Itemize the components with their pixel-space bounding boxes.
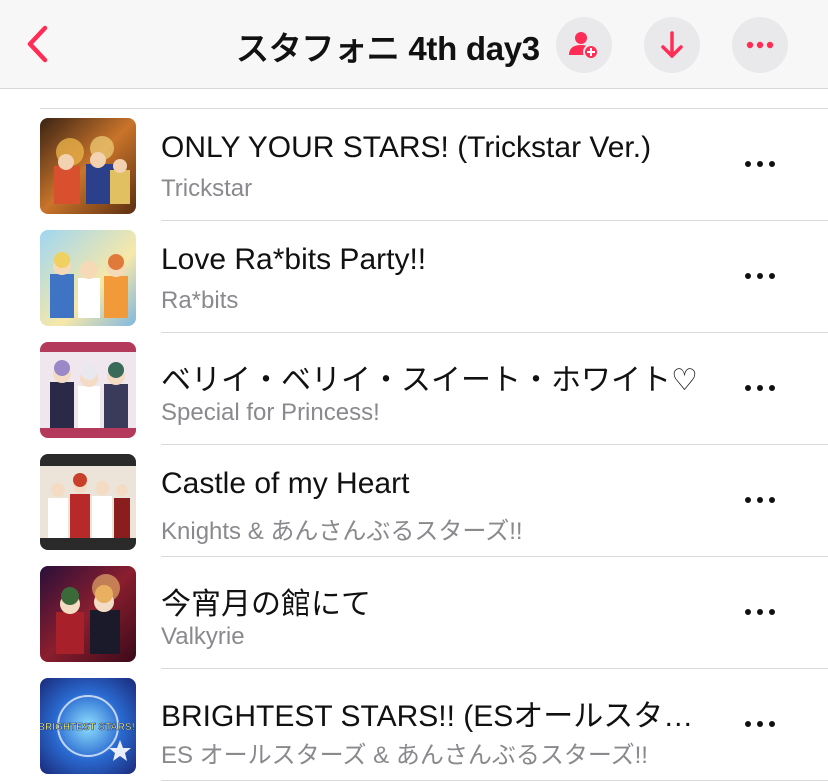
song-title: ベリイ・ベリイ・スイート・ホワイト♡: [161, 364, 698, 397]
album-art: [40, 230, 136, 326]
download-button[interactable]: [644, 17, 700, 73]
ellipsis-icon: [746, 41, 774, 49]
song-row[interactable]: BRIGHTEST STARS!! BRIGHTEST STARS!! (ESオ…: [0, 669, 828, 781]
song-artist: Trickstar: [161, 175, 253, 202]
playlist-title: スタフォニ 4th day3: [236, 30, 540, 67]
album-art: [40, 342, 136, 438]
download-arrow-icon: [661, 31, 683, 58]
ellipsis-icon: [745, 497, 775, 503]
album-art: [40, 566, 136, 662]
song-more-button[interactable]: [736, 261, 784, 291]
song-artist: Knights & あんさんぶるスターズ!!: [161, 518, 523, 545]
song-title: Love Ra*bits Party!!: [161, 243, 427, 276]
song-row[interactable]: 今宵月の館にて Valkyrie: [0, 557, 828, 669]
song-artist: Ra*bits: [161, 287, 239, 314]
song-more-button[interactable]: [736, 597, 784, 627]
ellipsis-icon: [745, 721, 775, 727]
ellipsis-icon: [745, 273, 775, 279]
song-row[interactable]: Castle of my Heart Knights & あんさんぶるスターズ!…: [0, 445, 828, 557]
song-more-button[interactable]: [736, 485, 784, 515]
song-artist: ES オールスターズ & あんさんぶるスターズ!!: [161, 742, 648, 769]
song-title: Castle of my Heart: [161, 467, 410, 500]
navigation-bar: スタフォニ 4th day3: [0, 0, 828, 89]
song-more-button[interactable]: [736, 149, 784, 179]
song-title: 今宵月の館にて: [161, 588, 371, 621]
song-title: BRIGHTEST STARS!! (ESオールスターズ & あんさんぶるスター…: [161, 700, 701, 733]
album-art: BRIGHTEST STARS!!: [40, 678, 136, 774]
chevron-left-icon: [27, 25, 48, 63]
song-row[interactable]: Love Ra*bits Party!! Ra*bits: [0, 221, 828, 333]
album-art: [40, 454, 136, 550]
album-art-text: BRIGHTEST STARS!!: [40, 722, 136, 733]
ellipsis-icon: [745, 609, 775, 615]
row-divider: [161, 780, 828, 781]
more-options-button[interactable]: [732, 17, 788, 73]
album-art: [40, 118, 136, 214]
ellipsis-icon: [745, 161, 775, 167]
song-artist: Special for Princess!: [161, 399, 380, 426]
song-artist: Valkyrie: [161, 623, 245, 650]
song-row[interactable]: ベリイ・ベリイ・スイート・ホワイト♡ Special for Princess!: [0, 333, 828, 445]
song-more-button[interactable]: [736, 709, 784, 739]
add-user-button[interactable]: [556, 17, 612, 73]
add-user-icon: [569, 32, 599, 60]
back-button[interactable]: [20, 22, 60, 66]
song-title: ONLY YOUR STARS! (Trickstar Ver.): [161, 131, 652, 164]
song-more-button[interactable]: [736, 373, 784, 403]
ellipsis-icon: [745, 385, 775, 391]
song-row[interactable]: ONLY YOUR STARS! (Trickstar Ver.) Tricks…: [0, 109, 828, 221]
